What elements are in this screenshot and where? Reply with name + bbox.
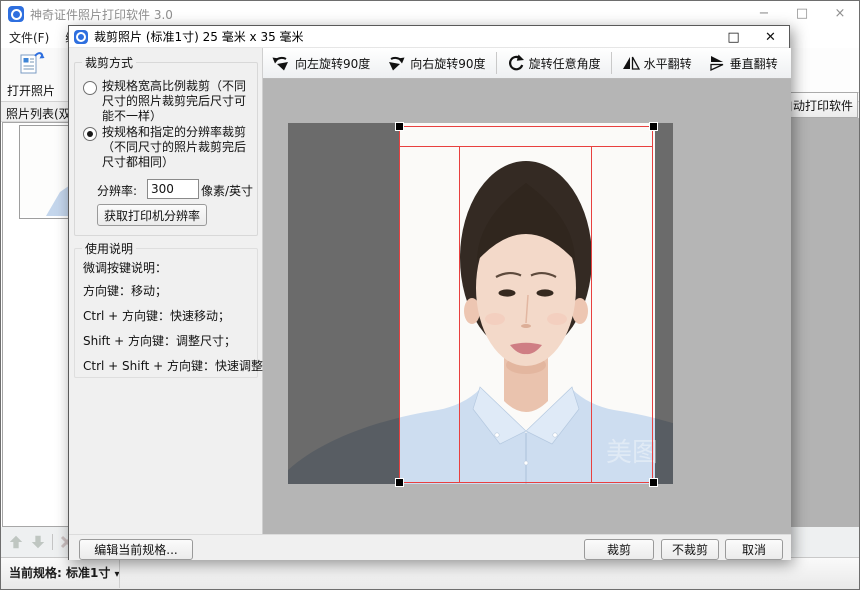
radio-resolution-circle[interactable] <box>83 127 97 141</box>
dialog-maximize-button[interactable]: □ <box>715 26 752 48</box>
crop-handle-bottom-right[interactable] <box>649 478 658 487</box>
crop-handle-bottom-left[interactable] <box>395 478 404 487</box>
no-crop-button[interactable]: 不裁剪 <box>661 539 719 560</box>
edit-current-spec-button[interactable]: 编辑当前规格... <box>79 539 193 560</box>
resolution-unit-label: 像素/英寸 <box>201 182 253 199</box>
toolbar-separator <box>611 52 612 74</box>
mini-toolbar-separator <box>52 534 53 550</box>
crop-guide-vertical-right <box>591 146 592 483</box>
usage-line: Ctrl + 方向键：快速移动； <box>83 307 230 324</box>
arrow-down-icon <box>30 534 46 550</box>
screen: { "colors": { "accent_blue": "#2e6fdf", … <box>0 0 860 590</box>
right-toolbar-block <box>789 48 859 93</box>
crop-handle-top-left[interactable] <box>395 122 404 131</box>
flip-vertical-button[interactable]: 垂直翻转 <box>700 50 786 76</box>
rotate-any-angle-button[interactable]: 旋转任意角度 <box>499 50 609 76</box>
flip-horizontal-icon <box>622 55 640 71</box>
usage-groupbox: 使用说明 微调按键说明： 方向键：移动； Ctrl + 方向键：快速移动； Sh… <box>74 248 258 378</box>
current-spec-label: 当前规格: 标准1寸 <box>9 566 110 580</box>
crop-button[interactable]: 裁剪 <box>584 539 654 560</box>
rotate-right-icon <box>386 54 406 72</box>
auto-print-label: 自动打印软件 <box>784 97 853 114</box>
rotate-toolbar: 向左旋转90度 向右旋转90度 旋转任意角度 水平翻转 <box>263 48 791 79</box>
app-icon <box>8 6 24 22</box>
flip-vertical-label: 垂直翻转 <box>730 55 778 72</box>
usage-group-title: 使用说明 <box>82 240 136 257</box>
usage-line: 微调按键说明： <box>83 259 167 276</box>
rotate-left-label: 向左旋转90度 <box>295 55 370 72</box>
close-button[interactable]: × <box>821 0 859 26</box>
statusbar-separator <box>119 560 120 588</box>
rotate-left-button[interactable]: 向左旋转90度 <box>263 50 378 76</box>
usage-line: Shift + 方向键：调整尺寸； <box>83 332 236 349</box>
open-photo-icon <box>17 49 45 80</box>
flip-horizontal-label: 水平翻转 <box>644 55 692 72</box>
minimize-button[interactable]: − <box>745 0 783 26</box>
resolution-input[interactable] <box>147 179 199 199</box>
crop-mode-groupbox: 裁剪方式 按规格宽高比例裁剪（不同尺寸的照片裁剪完后尺寸可能不一样） 按规格和指… <box>74 62 258 236</box>
main-client-area <box>789 118 859 557</box>
flip-vertical-icon <box>708 55 726 71</box>
flip-horizontal-button[interactable]: 水平翻转 <box>614 50 700 76</box>
arrow-up-icon <box>8 534 24 550</box>
move-up-button[interactable] <box>5 531 27 553</box>
crop-guide-vertical-left <box>459 146 460 483</box>
radio-ratio-label: 按规格宽高比例裁剪（不同尺寸的照片裁剪完后尺寸可能不一样） <box>102 79 254 124</box>
crop-dialog: 裁剪照片 (标准1寸) 25 毫米 x 35 毫米 □ ✕ 裁剪方式 按规格宽高… <box>68 25 790 560</box>
rotate-right-button[interactable]: 向右旋转90度 <box>378 50 493 76</box>
crop-mode-group-title: 裁剪方式 <box>82 54 136 71</box>
move-down-button[interactable] <box>27 531 49 553</box>
dialog-title: 裁剪照片 (标准1寸) 25 毫米 x 35 毫米 <box>94 28 304 45</box>
maximize-button[interactable]: □ <box>783 0 821 26</box>
rotate-any-angle-icon <box>507 54 525 72</box>
open-photo-label: 打开照片 <box>7 82 55 99</box>
radio-ratio-circle[interactable] <box>83 81 97 95</box>
open-photo-button[interactable]: 打开照片 <box>3 50 59 98</box>
crop-options-panel: 裁剪方式 按规格宽高比例裁剪（不同尺寸的照片裁剪完后尺寸可能不一样） 按规格和指… <box>69 48 263 534</box>
rotate-any-angle-label: 旋转任意角度 <box>529 55 601 72</box>
crop-rectangle[interactable] <box>399 126 653 483</box>
cancel-button[interactable]: 取消 <box>725 539 783 560</box>
crop-guide-horizontal <box>399 146 653 147</box>
main-window-title: 神奇证件照片打印软件 3.0 <box>30 6 173 23</box>
main-titlebar: 神奇证件照片打印软件 3.0 <box>1 1 859 27</box>
auto-print-button[interactable]: 自动打印软件 <box>784 92 858 118</box>
toolbar-separator <box>496 52 497 74</box>
current-spec-dropdown[interactable]: 当前规格: 标准1寸 ▾ <box>9 564 120 581</box>
rotate-right-label: 向右旋转90度 <box>410 55 485 72</box>
crop-handle-top-right[interactable] <box>649 122 658 131</box>
radio-crop-by-resolution[interactable]: 按规格和指定的分辨率裁剪（不同尺寸的照片裁剪完后尺寸都相同） <box>83 125 254 170</box>
menu-file[interactable]: 文件(F) <box>1 27 57 48</box>
radio-resolution-label: 按规格和指定的分辨率裁剪（不同尺寸的照片裁剪完后尺寸都相同） <box>102 125 254 170</box>
radio-crop-by-ratio[interactable]: 按规格宽高比例裁剪（不同尺寸的照片裁剪完后尺寸可能不一样） <box>83 79 254 124</box>
dialog-titlebar: 裁剪照片 (标准1寸) 25 毫米 x 35 毫米 <box>69 26 789 48</box>
rotate-left-icon <box>271 54 291 72</box>
crop-canvas: 美图 <box>263 79 791 534</box>
dialog-close-button[interactable]: ✕ <box>752 26 789 48</box>
usage-line: 方向键：移动； <box>83 282 167 299</box>
resolution-label: 分辨率: <box>97 182 137 199</box>
statusbar: 当前规格: 标准1寸 ▾ <box>1 557 859 589</box>
dialog-footer: 编辑当前规格... 裁剪 不裁剪 取消 <box>69 534 791 560</box>
dialog-icon <box>74 30 88 44</box>
get-printer-dpi-button[interactable]: 获取打印机分辨率 <box>97 204 207 226</box>
